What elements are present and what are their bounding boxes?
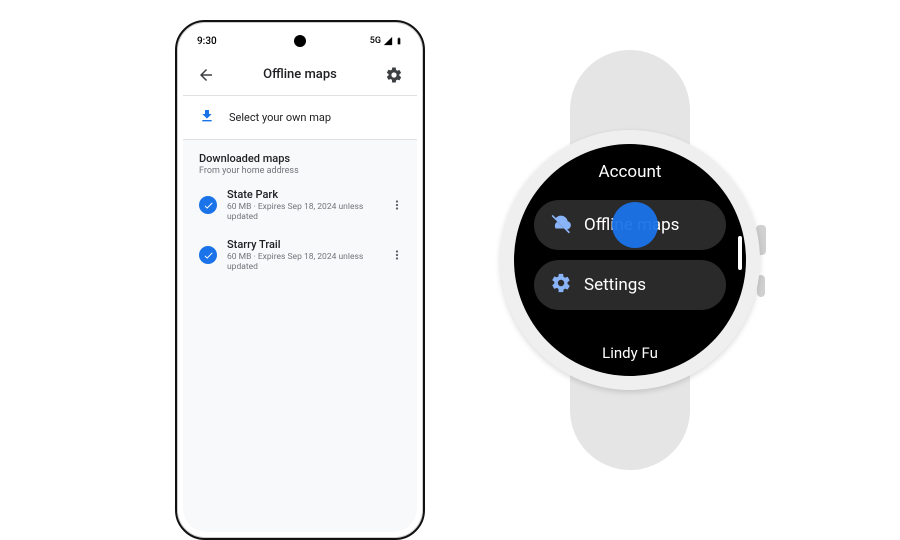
watch-item-offline-maps[interactable]: Offline maps xyxy=(534,200,726,250)
download-icon xyxy=(199,108,215,127)
phone-screen: 9:30 5G Offline maps xyxy=(183,28,417,532)
check-icon xyxy=(199,246,217,264)
watch-header: Account xyxy=(514,162,746,182)
page-title: Offline maps xyxy=(227,67,373,82)
watch-bezel: Account Offline maps Settings Lin xyxy=(500,130,760,390)
back-button[interactable] xyxy=(193,62,219,88)
overflow-menu-button[interactable] xyxy=(387,198,407,212)
front-camera-dot xyxy=(294,35,306,47)
overflow-menu-button[interactable] xyxy=(387,248,407,262)
select-own-map-row[interactable]: Select your own map xyxy=(183,96,417,140)
section-subtitle: From your home address xyxy=(199,166,401,176)
settings-button[interactable] xyxy=(381,62,407,88)
watch-account-name: Lindy Fu xyxy=(514,344,746,362)
phone-device-frame: 9:30 5G Offline maps xyxy=(175,20,425,540)
watch-item-label: Settings xyxy=(584,275,646,295)
downloaded-map-row[interactable]: Starry Trail 60 MB · Expires Sep 18, 202… xyxy=(183,230,417,280)
downloaded-maps-section-header: Downloaded maps From your home address xyxy=(183,140,417,180)
status-bar: 9:30 5G xyxy=(183,28,417,54)
network-label: 5G xyxy=(370,36,381,46)
select-own-map-label: Select your own map xyxy=(229,111,331,124)
app-bar: Offline maps xyxy=(183,54,417,96)
watch-item-label: Offline maps xyxy=(584,215,679,235)
signal-icon xyxy=(383,36,393,46)
status-time: 9:30 xyxy=(197,36,217,47)
watch-menu-list: Offline maps Settings xyxy=(534,200,726,310)
map-meta: 60 MB · Expires Sep 18, 2024 unless upda… xyxy=(227,252,377,272)
status-right: 5G xyxy=(370,35,403,47)
downloaded-map-row[interactable]: State Park 60 MB · Expires Sep 18, 2024 … xyxy=(183,180,417,230)
map-meta: 60 MB · Expires Sep 18, 2024 unless upda… xyxy=(227,202,377,222)
watch-screen: Account Offline maps Settings Lin xyxy=(514,144,746,376)
watch-device-frame: Account Offline maps Settings Lin xyxy=(500,130,760,390)
gear-icon xyxy=(550,272,572,299)
section-title: Downloaded maps xyxy=(199,152,401,165)
map-name: Starry Trail xyxy=(227,238,377,251)
cloud-off-icon xyxy=(550,212,572,239)
map-text: State Park 60 MB · Expires Sep 18, 2024 … xyxy=(227,188,377,222)
map-text: Starry Trail 60 MB · Expires Sep 18, 202… xyxy=(227,238,377,272)
check-icon xyxy=(199,196,217,214)
watch-scrollbar[interactable] xyxy=(738,236,742,270)
watch-item-settings[interactable]: Settings xyxy=(534,260,726,310)
map-name: State Park xyxy=(227,188,377,201)
battery-icon xyxy=(395,35,403,47)
